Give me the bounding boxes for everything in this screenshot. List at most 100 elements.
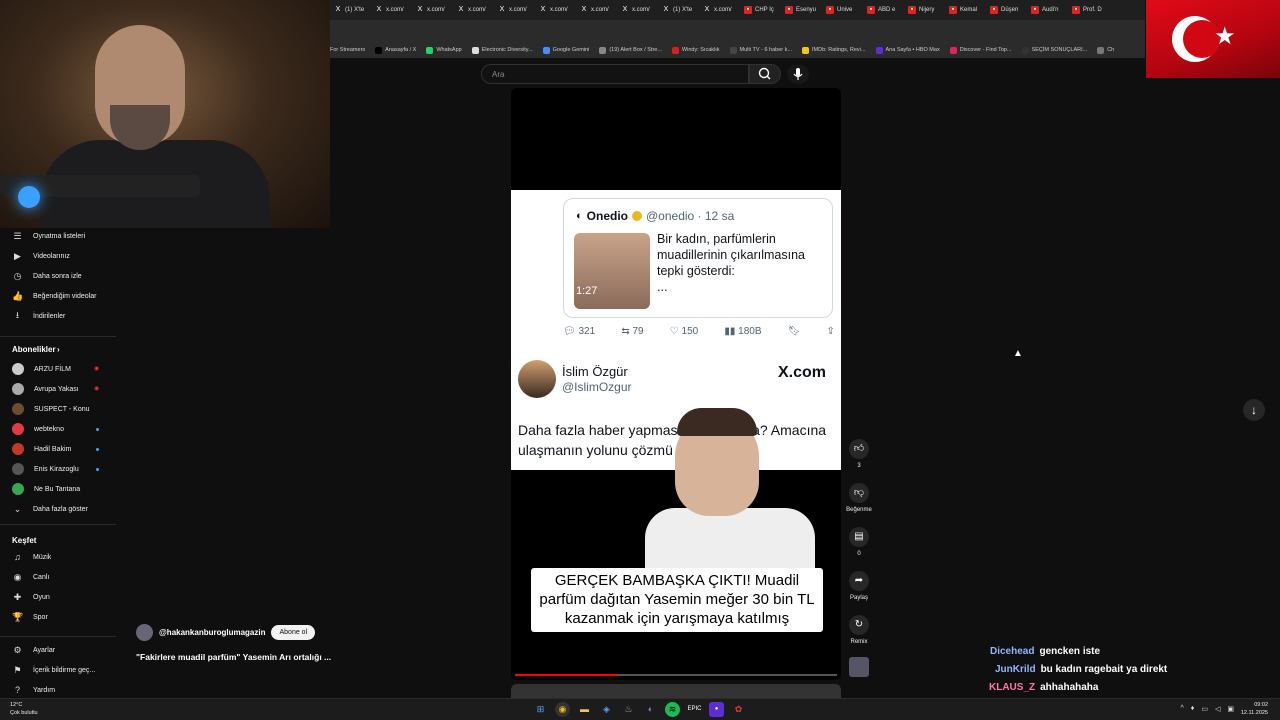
browser-tab[interactable]: ▪ Ünive bbox=[826, 6, 864, 14]
sidebar-item[interactable]: SUSPECT - Konu bbox=[12, 402, 90, 416]
browser-tab[interactable]: Xx.com/ bbox=[498, 6, 536, 14]
subscriptions-heading[interactable]: Abonelikler bbox=[12, 345, 56, 354]
channel-name[interactable]: @hakankanburoglumagazin bbox=[159, 628, 265, 637]
bookmark-item[interactable]: Discover - Find Top... bbox=[949, 46, 1012, 54]
browser-tab[interactable]: ▪ Prof. D bbox=[1072, 6, 1110, 14]
sidebar-item[interactable]: ♫ Müzik bbox=[12, 550, 51, 564]
sidebar-item[interactable]: ⭳ İndirilenler bbox=[12, 309, 65, 323]
browser-tab[interactable]: Xx.com/ bbox=[457, 6, 495, 14]
next-video-button[interactable]: ↓ bbox=[1243, 399, 1265, 421]
sidebar-item[interactable]: ⚑ İçerik bildirme geç... bbox=[12, 663, 95, 677]
sidebar-item[interactable]: Enis Kirazoglu bbox=[12, 462, 79, 476]
sidebar-item-label: Canlı bbox=[33, 573, 50, 581]
bookmark-item[interactable]: Google Gemini bbox=[542, 46, 589, 54]
bookmark-item[interactable]: IMDb: Ratings, Revi... bbox=[802, 46, 866, 54]
browser-tab[interactable]: ▪ CHP İç bbox=[744, 6, 782, 14]
sidebar-item[interactable]: ◷ Daha sonra izle bbox=[12, 269, 82, 283]
browser-tab-bar: X (1) X'te Xx.com/Xx.com/Xx.com/Xx.com/Xx.… bbox=[330, 0, 1145, 20]
app-tray-icon[interactable]: ▣ bbox=[1227, 705, 1234, 713]
search-input[interactable]: Ara bbox=[481, 64, 749, 84]
browser-tab[interactable]: X (1) X'te bbox=[662, 6, 700, 14]
browser-tab[interactable]: ▪ Audi'n bbox=[1031, 6, 1069, 14]
browser-tab[interactable]: ▪ Esenyu bbox=[785, 6, 823, 14]
spotify-icon[interactable]: ≋ bbox=[665, 702, 680, 717]
share-button[interactable]: ➦ Paylaş bbox=[846, 571, 872, 601]
bookmark-item[interactable]: Ana Sayfa • HBO Max bbox=[875, 46, 940, 54]
sidebar-item[interactable]: ☰ Oynatma listeleri bbox=[12, 229, 85, 243]
app-icon[interactable]: EPIC bbox=[687, 702, 702, 717]
mic-tray-icon[interactable]: ♦ bbox=[1191, 705, 1195, 713]
windows-start-icon[interactable]: ⊞ bbox=[533, 702, 548, 717]
browser-tab[interactable]: Xx.com/ bbox=[375, 6, 413, 14]
like-button[interactable]: 👍︎ 3 bbox=[846, 439, 872, 469]
voice-search-button[interactable] bbox=[787, 64, 809, 84]
browser-address-bar[interactable] bbox=[330, 20, 1145, 42]
sound-thumbnail[interactable] bbox=[846, 657, 872, 677]
bookmarks-bar: For Streamers Anasayfa / X WhatsApp Electro… bbox=[330, 42, 1145, 58]
dislike-button[interactable]: 👎︎ Beğenme bbox=[846, 483, 872, 513]
sidebar-item[interactable]: webtekno bbox=[12, 422, 64, 436]
sidebar-item[interactable]: Avrupa Yakası bbox=[12, 382, 79, 396]
sidebar-item[interactable]: ▶ Videolarınız bbox=[12, 249, 70, 263]
steam-icon[interactable]: ♨ bbox=[621, 702, 636, 717]
sidebar-item[interactable]: 🏆 Spor bbox=[12, 610, 48, 624]
chrome-icon[interactable]: ◉ bbox=[555, 702, 570, 717]
streamer-webcam bbox=[0, 0, 330, 228]
browser-tab[interactable]: Xx.com/ bbox=[621, 6, 659, 14]
sidebar-item[interactable]: ARZU FİLM bbox=[12, 362, 71, 376]
app-icon[interactable]: ◈ bbox=[599, 702, 614, 717]
browser-tab[interactable]: ▪ Düşen bbox=[990, 6, 1028, 14]
sidebar-item[interactable]: ⌄ Daha fazla göster bbox=[12, 502, 88, 516]
bookmark-item[interactable]: Electronic Diversity... bbox=[471, 46, 533, 54]
browser-tab[interactable]: Xx.com/ bbox=[580, 6, 618, 14]
bookmark-item[interactable]: SEÇİM SONUÇLARI... bbox=[1021, 46, 1087, 54]
bookmark-item[interactable]: Ch bbox=[1097, 46, 1114, 54]
video-progress-bar[interactable] bbox=[515, 674, 837, 676]
subscribe-button[interactable]: Abone ol bbox=[271, 625, 316, 640]
bookmark-item[interactable]: Windy: Sıcaklık bbox=[671, 46, 720, 54]
weather-widget[interactable]: 12°C Çok bulutlu bbox=[10, 701, 38, 717]
tab-label: x.com/ bbox=[591, 7, 609, 13]
bookmark-item[interactable]: For Streamers bbox=[330, 47, 365, 53]
channel-avatar[interactable] bbox=[136, 624, 153, 641]
file-explorer-icon[interactable]: ▬ bbox=[577, 702, 592, 717]
browser-tab[interactable]: Xx.com/ bbox=[703, 6, 741, 14]
bookmark-item[interactable]: WhatsApp bbox=[426, 46, 462, 54]
network-icon[interactable]: ▭ bbox=[1201, 705, 1208, 713]
comments-button[interactable]: ▤ 0 bbox=[846, 527, 872, 557]
discord-icon[interactable]: ◐ bbox=[643, 702, 658, 717]
bookmark-item[interactable]: Multi TV - 6 haber k... bbox=[729, 46, 792, 54]
chevron-up-icon[interactable]: ^ bbox=[1180, 705, 1183, 713]
sidebar-item[interactable]: 👍 Beğendiğim videolar bbox=[12, 289, 96, 303]
browser-tab[interactable]: Xx.com/ bbox=[539, 6, 577, 14]
app-icon[interactable]: ✿ bbox=[731, 702, 746, 717]
next-short-preview[interactable] bbox=[511, 684, 841, 698]
sidebar-item[interactable]: ? Yardım bbox=[12, 683, 55, 697]
chat-username[interactable]: JunKrild bbox=[995, 664, 1036, 675]
comment-icon: ▤ bbox=[849, 527, 869, 547]
sidebar-item-label: Hadil Bakim bbox=[34, 445, 72, 453]
bookmark-item[interactable]: Anasayfa / X bbox=[375, 46, 416, 54]
remix-button[interactable]: ↻ Remix bbox=[846, 615, 872, 645]
browser-tab[interactable]: Xx.com/ bbox=[416, 6, 454, 14]
sidebar-item[interactable]: ⚙ Ayarlar bbox=[12, 643, 55, 657]
person-in-video bbox=[641, 408, 815, 588]
sidebar-item[interactable]: Ne Bu Tantana bbox=[12, 482, 80, 496]
video-title[interactable]: "Fakirlere muadil parfüm" Yasemin Arı or… bbox=[136, 652, 331, 662]
browser-tab[interactable]: ▪ Nijery bbox=[908, 6, 946, 14]
chat-username[interactable]: KLAUS_Z bbox=[989, 682, 1035, 693]
sidebar-item[interactable]: ✚ Oyun bbox=[12, 590, 50, 604]
sidebar-item[interactable]: ◉ Canlı bbox=[12, 570, 50, 584]
browser-tab[interactable]: X (1) X'te bbox=[334, 6, 372, 14]
clock[interactable]: 09:02 12.11.2025 bbox=[1241, 701, 1268, 717]
search-button[interactable] bbox=[749, 64, 781, 84]
browser-tab[interactable]: ▪ Kemal bbox=[949, 6, 987, 14]
shorts-video-player[interactable]: ◐ Onedio @onedio · 12 sa 1:27 Bir kadın,… bbox=[511, 88, 841, 680]
app-icon[interactable]: ● bbox=[709, 702, 724, 717]
browser-tab[interactable]: ▪ ABD e bbox=[867, 6, 905, 14]
tab-label: x.com/ bbox=[550, 7, 568, 13]
volume-icon[interactable]: ◁ bbox=[1215, 705, 1220, 713]
chat-username[interactable]: Dicehead bbox=[990, 646, 1034, 657]
sidebar-item[interactable]: Hadil Bakim bbox=[12, 442, 71, 456]
bookmark-item[interactable]: (19) Alert Box / Stre... bbox=[599, 46, 662, 54]
